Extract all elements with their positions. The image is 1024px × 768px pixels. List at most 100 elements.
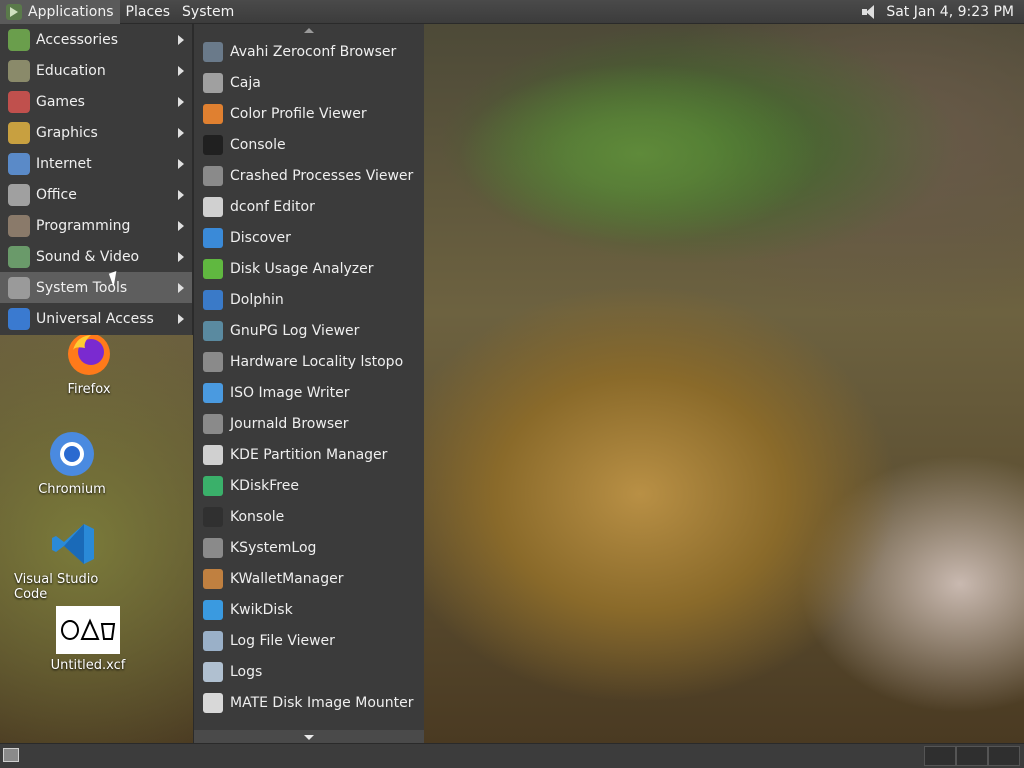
desktop-icon-label: Chromium <box>38 482 106 497</box>
color-profile-icon <box>203 103 223 124</box>
menu-item-label: Caja <box>230 74 261 91</box>
category-label: Education <box>36 62 106 79</box>
volume-icon[interactable] <box>860 4 878 20</box>
menu-item-label: Crashed Processes Viewer <box>230 167 414 184</box>
menu-item-caja[interactable]: Caja <box>194 67 424 98</box>
kwikdisk-icon <box>203 599 223 620</box>
category-label: Programming <box>36 217 131 234</box>
submenu-arrow-icon <box>178 190 184 200</box>
sound-video-icon <box>8 245 30 268</box>
category-label: Internet <box>36 155 92 172</box>
desktop-icon-vscode[interactable]: Visual Studio Code <box>14 520 134 602</box>
education-icon <box>8 59 30 82</box>
category-education[interactable]: Education <box>0 55 192 86</box>
show-desktop-icon[interactable] <box>3 748 19 762</box>
category-programming[interactable]: Programming <box>0 210 192 241</box>
hwloc-icon <box>203 351 223 372</box>
menu-item-gnupg-log-viewer[interactable]: GnuPG Log Viewer <box>194 315 424 346</box>
desktop-icon-chromium[interactable]: Chromium <box>12 430 132 497</box>
konsole-icon <box>203 506 223 527</box>
category-internet[interactable]: Internet <box>0 148 192 179</box>
category-games[interactable]: Games <box>0 86 192 117</box>
category-label: Universal Access <box>36 310 154 327</box>
submenu-arrow-icon <box>178 221 184 231</box>
menu-item-crashed-processes-viewer[interactable]: Crashed Processes Viewer <box>194 160 424 191</box>
menu-item-label: Console <box>230 136 286 153</box>
menu-item-logs[interactable]: Logs <box>194 656 424 687</box>
submenu-arrow-icon <box>178 314 184 324</box>
menu-item-log-file-viewer[interactable]: Log File Viewer <box>194 625 424 656</box>
partition-manager-icon <box>203 444 223 465</box>
menu-item-kwalletmanager[interactable]: KWalletManager <box>194 563 424 594</box>
accessories-icon <box>8 28 30 51</box>
applications-menu[interactable]: Applications <box>0 0 120 24</box>
menu-item-console[interactable]: Console <box>194 129 424 160</box>
caja-icon <box>203 72 223 93</box>
menu-item-konsole[interactable]: Konsole <box>194 501 424 532</box>
dconf-icon <box>203 196 223 217</box>
menu-item-label: Logs <box>230 663 263 680</box>
menu-item-kde-partition-manager[interactable]: KDE Partition Manager <box>194 439 424 470</box>
menu-item-label: KDE Partition Manager <box>230 446 388 463</box>
kdiskfree-icon <box>203 475 223 496</box>
menu-item-mate-disk-image-mounter[interactable]: MATE Disk Image Mounter <box>194 687 424 718</box>
gnupg-icon <box>203 320 223 341</box>
places-menu[interactable]: Places <box>120 0 177 24</box>
workspace-2[interactable] <box>956 746 988 766</box>
category-label: Office <box>36 186 77 203</box>
workspace-3[interactable] <box>988 746 1020 766</box>
top-panel: Applications Places System Sat Jan 4, 9:… <box>0 0 1024 24</box>
ksystemlog-icon <box>203 537 223 558</box>
disk-usage-icon <box>203 258 223 279</box>
desktop-icon-label: Visual Studio Code <box>14 572 99 602</box>
category-universal-access[interactable]: Universal Access <box>0 303 192 334</box>
log-viewer-icon <box>203 630 223 651</box>
menu-item-hardware-locality-lstopo[interactable]: Hardware Locality lstopo <box>194 346 424 377</box>
crashed-processes-icon <box>203 165 223 186</box>
desktop-icon-label: Untitled.xcf <box>50 658 126 673</box>
category-sound-video[interactable]: Sound & Video <box>0 241 192 272</box>
menu-item-disk-usage-analyzer[interactable]: Disk Usage Analyzer <box>194 253 424 284</box>
xcf-file-icon <box>56 606 120 654</box>
applications-category-menu: Accessories Education Games Graphics Interne… <box>0 24 193 335</box>
desktop-icon-label: Firefox <box>67 382 111 397</box>
vscode-icon <box>52 524 94 564</box>
menu-item-label: Log File Viewer <box>230 632 335 649</box>
firefox-icon <box>68 333 110 375</box>
desktop-icon-untitled-xcf[interactable]: Untitled.xcf <box>28 606 148 673</box>
category-label: Graphics <box>36 124 98 141</box>
clock[interactable]: Sat Jan 4, 9:23 PM <box>886 4 1014 20</box>
avahi-icon <box>203 41 223 62</box>
menu-item-color-profile-viewer[interactable]: Color Profile Viewer <box>194 98 424 129</box>
menu-item-kdiskfree[interactable]: KDiskFree <box>194 470 424 501</box>
menu-item-journald-browser[interactable]: Journald Browser <box>194 408 424 439</box>
menu-item-label: Color Profile Viewer <box>230 105 367 122</box>
scroll-up-arrow[interactable] <box>194 24 424 36</box>
category-system-tools[interactable]: System Tools <box>0 272 192 303</box>
menu-item-kwikdisk[interactable]: KwikDisk <box>194 594 424 625</box>
menu-item-ksystemlog[interactable]: KSystemLog <box>194 532 424 563</box>
category-accessories[interactable]: Accessories <box>0 24 192 55</box>
submenu-arrow-icon <box>178 35 184 45</box>
workspace-1[interactable] <box>924 746 956 766</box>
scroll-down-arrow[interactable] <box>194 730 424 744</box>
menu-item-discover[interactable]: Discover <box>194 222 424 253</box>
menu-item-label: KWalletManager <box>230 570 344 587</box>
menu-item-label: Disk Usage Analyzer <box>230 260 374 277</box>
menu-item-iso-image-writer[interactable]: ISO Image Writer <box>194 377 424 408</box>
graphics-icon <box>8 121 30 144</box>
menu-item-avahi-zeroconf-browser[interactable]: Avahi Zeroconf Browser <box>194 36 424 67</box>
places-menu-label: Places <box>125 3 171 20</box>
menu-item-label: Hardware Locality lstopo <box>230 353 404 370</box>
system-menu-label: System <box>182 3 235 20</box>
menu-item-dconf-editor[interactable]: dconf Editor <box>194 191 424 222</box>
submenu-arrow-icon <box>178 66 184 76</box>
desktop-icon-firefox[interactable]: Firefox <box>29 330 149 397</box>
category-office[interactable]: Office <box>0 179 192 210</box>
bottom-panel <box>0 743 1024 768</box>
menu-item-dolphin[interactable]: Dolphin <box>194 284 424 315</box>
system-menu[interactable]: System <box>176 0 240 24</box>
system-tools-submenu: Avahi Zeroconf Browser Caja Color Profile … <box>193 24 424 744</box>
category-label: Accessories <box>36 31 119 48</box>
category-graphics[interactable]: Graphics <box>0 117 192 148</box>
